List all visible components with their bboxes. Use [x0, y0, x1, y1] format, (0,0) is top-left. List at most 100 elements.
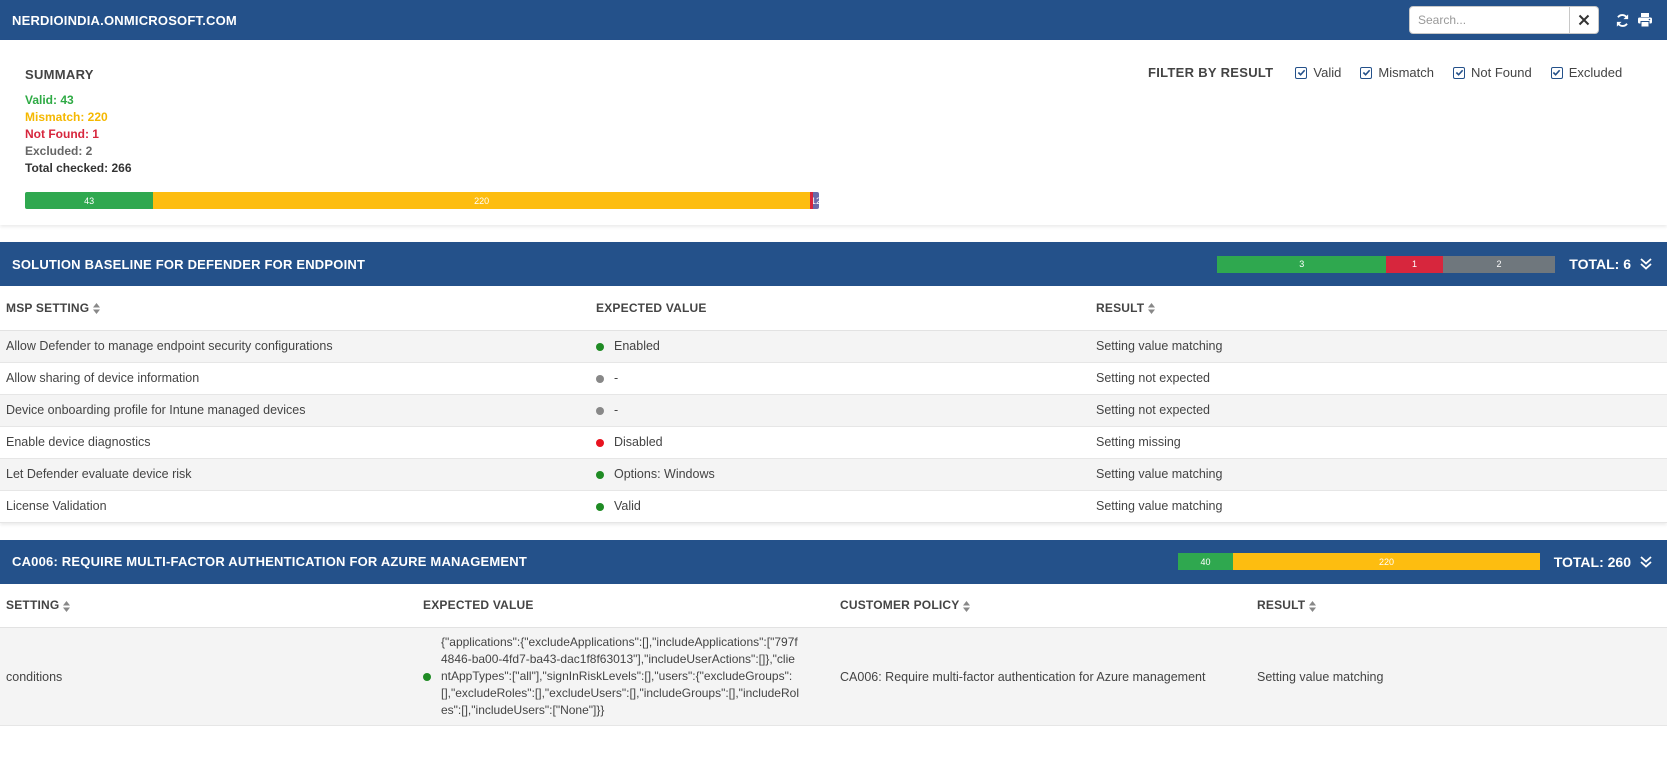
bar-segment-not-found: 1	[1386, 255, 1443, 273]
bar-segment-valid: 3	[1217, 255, 1387, 273]
column-label: RESULT	[1257, 598, 1306, 613]
customer-policy-cell: CA006: Require multi-factor authenticati…	[834, 627, 1251, 726]
sort-icon	[963, 600, 971, 612]
expected-cell: -	[590, 362, 1090, 395]
column-label: EXPECTED VALUE	[423, 598, 534, 613]
mismatch-count: Mismatch: 220	[25, 110, 108, 124]
result-cell: Setting value matching	[1090, 330, 1667, 363]
filter-option-label: Valid	[1313, 65, 1342, 80]
result-cell: Setting value matching	[1251, 627, 1667, 726]
status-dot-icon	[596, 406, 604, 415]
table-row: Allow sharing of device information - Se…	[0, 362, 1667, 395]
column-header-customer-policy[interactable]: CUSTOMER POLICY	[834, 583, 1251, 628]
section-header[interactable]: CA006: REQUIRE MULTI-FACTOR AUTHENTICATI…	[0, 539, 1667, 584]
expected-value: -	[614, 371, 619, 385]
expected-value: -	[614, 403, 619, 417]
section-result-bar: 3 1 2	[1217, 255, 1556, 273]
expected-cell: -	[590, 394, 1090, 427]
column-header-result[interactable]: RESULT	[1251, 583, 1667, 628]
tenant-title: NERDIOINDIA.ONMICROSOFT.COM	[12, 12, 237, 28]
check-icon	[1362, 69, 1371, 76]
collapse-toggle[interactable]	[1639, 554, 1655, 570]
close-icon	[1578, 14, 1590, 26]
print-button[interactable]	[1635, 10, 1655, 30]
checkbox[interactable]	[1295, 66, 1308, 79]
column-label: MSP SETTING	[6, 300, 90, 315]
section-title: SOLUTION BASELINE FOR DEFENDER FOR ENDPO…	[12, 256, 366, 272]
section-title: CA006: REQUIRE MULTI-FACTOR AUTHENTICATI…	[12, 554, 528, 569]
result-cell: Setting not expected	[1090, 394, 1667, 427]
checkbox[interactable]	[1360, 66, 1373, 79]
expected-cell: Disabled	[590, 426, 1090, 459]
setting-cell: Device onboarding profile for Intune man…	[0, 394, 590, 427]
status-dot-icon	[596, 438, 604, 447]
filter-option-label: Excluded	[1568, 65, 1623, 80]
filter-option-label: Mismatch	[1378, 65, 1434, 80]
expected-value: {"applications":{"excludeApplications":[…	[441, 635, 799, 717]
not-found-count: Not Found: 1	[25, 127, 99, 141]
result-cell: Setting value matching	[1090, 458, 1667, 491]
column-label: CUSTOMER POLICY	[840, 598, 960, 613]
result-cell: Setting missing	[1090, 426, 1667, 459]
result-cell: Setting not expected	[1090, 362, 1667, 395]
table-row: Let Defender evaluate device risk Option…	[0, 458, 1667, 491]
section-total: TOTAL: 260	[1553, 553, 1631, 570]
filter-option-label: Not Found	[1471, 65, 1532, 80]
filter-valid-checkbox[interactable]: Valid	[1295, 65, 1341, 80]
expected-value: Valid	[614, 499, 641, 513]
table-row: Allow Defender to manage endpoint securi…	[0, 330, 1667, 363]
section-header[interactable]: SOLUTION BASELINE FOR DEFENDER FOR ENDPO…	[0, 242, 1667, 286]
bar-segment-valid: 43	[25, 192, 154, 209]
filter-by-result: FILTER BY RESULT Valid Mismatch Not Foun…	[1148, 65, 1641, 80]
sort-icon	[1309, 600, 1317, 612]
check-icon	[1455, 69, 1463, 76]
status-dot-icon	[596, 470, 604, 479]
filter-mismatch-checkbox[interactable]: Mismatch	[1360, 65, 1434, 80]
search-input[interactable]	[1409, 6, 1570, 34]
status-dot-icon	[423, 672, 431, 681]
summary-title: SUMMARY	[25, 67, 94, 82]
column-header-msp-setting[interactable]: MSP SETTING	[0, 286, 590, 331]
clear-search-button[interactable]	[1570, 6, 1599, 34]
table-row: Device onboarding profile for Intune man…	[0, 394, 1667, 427]
filter-not-found-checkbox[interactable]: Not Found	[1453, 65, 1532, 80]
bar-segment-mismatch: 220	[153, 192, 811, 209]
top-bar: NERDIOINDIA.ONMICROSOFT.COM	[0, 0, 1667, 40]
setting-cell: Allow sharing of device information	[0, 362, 590, 395]
refresh-icon	[1616, 13, 1628, 27]
double-chevron-down-icon	[1640, 258, 1652, 270]
column-label: SETTING	[6, 598, 60, 613]
expected-value: Disabled	[614, 435, 663, 449]
summary-counts: Valid: 43 Mismatch: 220 Not Found: 1 Exc…	[25, 92, 132, 177]
refresh-button[interactable]	[1612, 10, 1632, 30]
expected-value: Enabled	[614, 339, 660, 353]
collapse-toggle[interactable]	[1639, 256, 1655, 272]
print-icon	[1638, 13, 1652, 28]
section-defender-baseline: SOLUTION BASELINE FOR DEFENDER FOR ENDPO…	[0, 242, 1667, 523]
result-cell: Setting value matching	[1090, 490, 1667, 523]
column-header-expected-value: EXPECTED VALUE	[590, 286, 1090, 331]
column-header-setting[interactable]: SETTING	[0, 583, 417, 628]
filter-label: FILTER BY RESULT	[1148, 65, 1274, 80]
sort-icon	[63, 600, 71, 612]
status-dot-icon	[596, 342, 604, 351]
status-dot-icon	[596, 374, 604, 383]
checkbox[interactable]	[1550, 66, 1563, 79]
sort-icon	[93, 303, 101, 315]
summary-progress-bar: 43 220 12	[25, 192, 819, 209]
status-dot-icon	[596, 502, 604, 511]
setting-cell: License Validation	[0, 490, 590, 523]
setting-cell: Enable device diagnostics	[0, 426, 590, 459]
defender-settings-table: MSP SETTING EXPECTED VALUE RESULT Allow …	[0, 286, 1667, 523]
filter-excluded-checkbox[interactable]: Excluded	[1550, 65, 1623, 80]
section-ca006: CA006: REQUIRE MULTI-FACTOR AUTHENTICATI…	[0, 539, 1667, 726]
setting-cell: conditions	[0, 627, 417, 726]
checkbox[interactable]	[1453, 66, 1465, 79]
sort-icon	[1148, 303, 1156, 315]
column-label: EXPECTED VALUE	[596, 300, 707, 315]
excluded-count: Excluded: 2	[25, 144, 93, 158]
column-header-result[interactable]: RESULT	[1090, 286, 1667, 331]
check-icon	[1297, 69, 1306, 76]
table-row: License Validation Valid Setting value m…	[0, 490, 1667, 523]
bar-segment-mismatch: 220	[1233, 553, 1540, 570]
